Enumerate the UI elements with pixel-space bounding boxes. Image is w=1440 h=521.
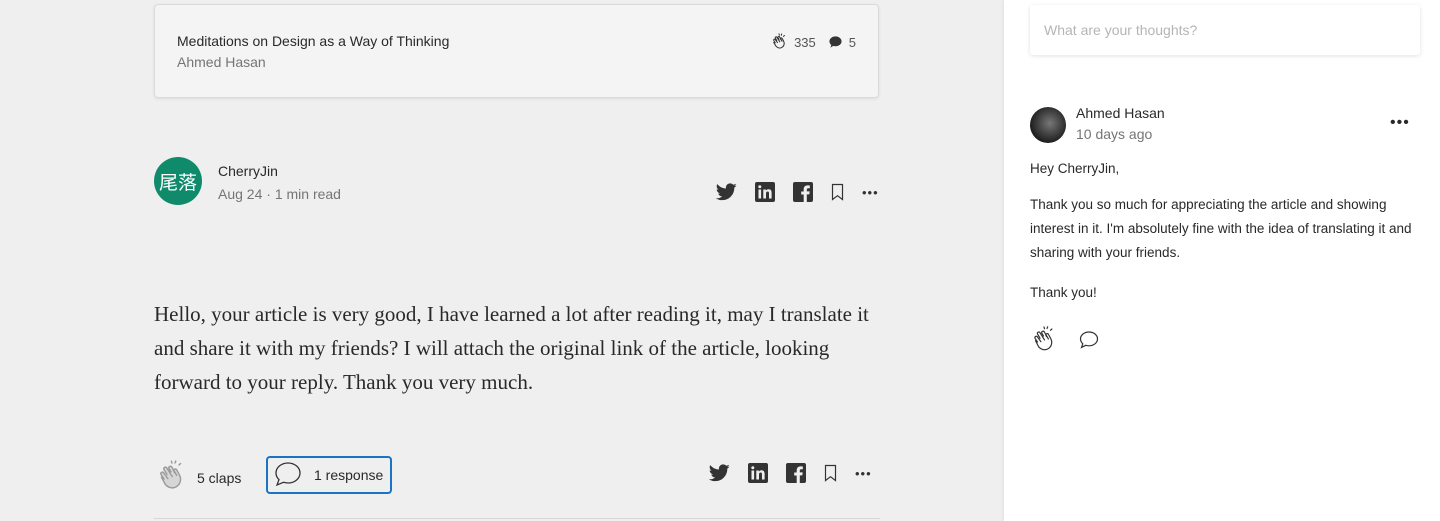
avatar[interactable] (1030, 107, 1066, 143)
clap-icon[interactable] (1030, 326, 1058, 354)
reply-more-options-icon[interactable]: ••• (1390, 114, 1410, 132)
responses-count: 1 response (314, 467, 384, 483)
twitter-icon[interactable] (709, 464, 730, 482)
article-title[interactable]: Meditations on Design as a Way of Thinki… (177, 33, 449, 49)
reply-greeting: Hey CherryJin, (1030, 161, 1120, 176)
responses-panel: Ahmed Hasan 10 days ago ••• Hey CherryJi… (1004, 0, 1440, 521)
reply-actions (1030, 326, 1100, 354)
responses-button[interactable]: 1 response (266, 456, 392, 494)
article-stats: 335 5 (770, 33, 856, 51)
post-meta: Aug 24 · 1 min read (218, 186, 341, 202)
more-options-icon[interactable]: ••• (855, 466, 872, 481)
response-count: 5 (848, 34, 856, 50)
reply-signoff: Thank you! (1030, 285, 1097, 300)
more-options-icon[interactable]: ••• (862, 185, 879, 200)
linkedin-icon[interactable] (755, 182, 775, 202)
facebook-icon[interactable] (793, 182, 813, 202)
facebook-icon[interactable] (786, 463, 806, 483)
reply-author-name[interactable]: Ahmed Hasan (1076, 105, 1165, 121)
comment-icon (274, 461, 302, 490)
clap-button[interactable]: 5 claps (155, 460, 241, 495)
article-author: Ahmed Hasan (177, 54, 266, 70)
bookmark-icon[interactable] (831, 183, 844, 201)
reply-timestamp[interactable]: 10 days ago (1076, 126, 1152, 142)
response-input[interactable] (1030, 5, 1420, 55)
bookmark-icon[interactable] (824, 464, 837, 482)
article-preview-card[interactable]: Meditations on Design as a Way of Thinki… (154, 4, 879, 98)
twitter-icon[interactable] (716, 183, 737, 201)
divider (154, 518, 880, 519)
share-bar-top: ••• (716, 182, 879, 202)
clap-icon (770, 33, 788, 51)
author-name[interactable]: CherryJin (218, 163, 278, 179)
claps-count: 5 claps (197, 469, 242, 486)
clap-count: 335 (794, 34, 816, 50)
response-body: Hello, your article is very good, I have… (154, 302, 869, 394)
reply-comment-icon[interactable] (1078, 330, 1100, 350)
avatar[interactable]: 尾落 (154, 157, 202, 205)
article-column: Meditations on Design as a Way of Thinki… (0, 0, 1004, 521)
reply-body: Thank you so much for appreciating the a… (1030, 197, 1412, 260)
clap-icon[interactable] (155, 460, 189, 495)
comment-icon (828, 35, 843, 49)
share-bar-bottom: ••• (709, 463, 872, 483)
linkedin-icon[interactable] (748, 463, 768, 483)
